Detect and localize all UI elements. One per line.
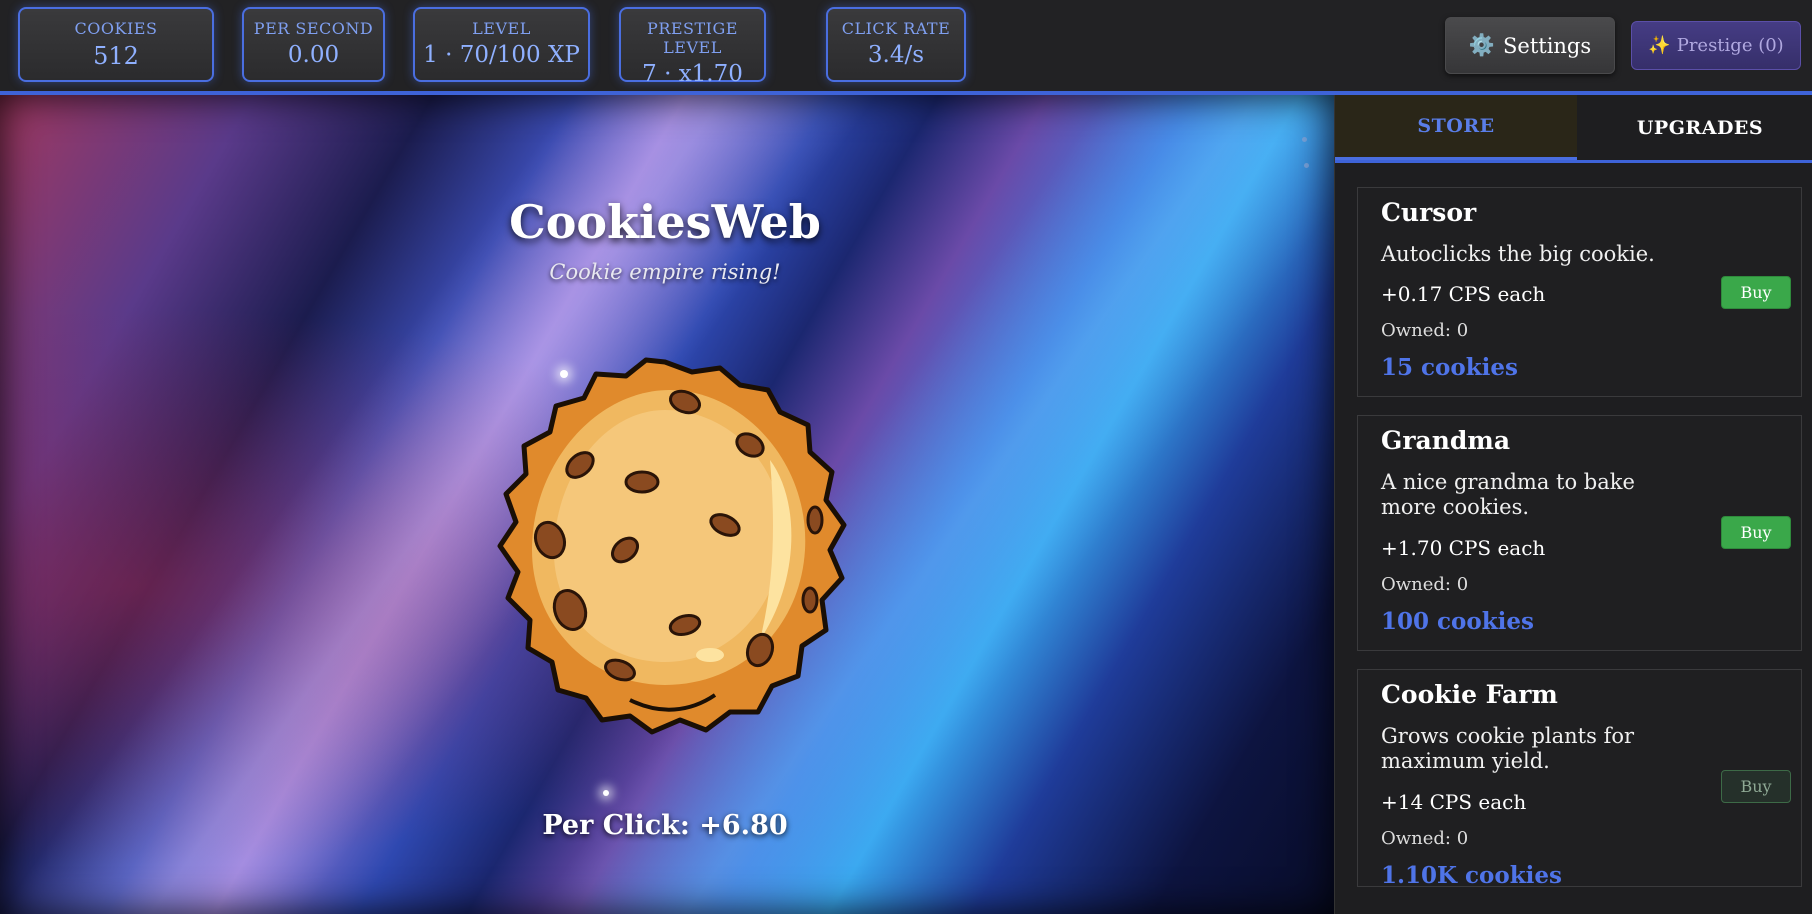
store-item-cookie-farm: Cookie Farm Grows cookie plants for maxi… [1357,669,1802,887]
item-description: Grows cookie plants for maximum yield. [1381,724,1635,773]
item-cost: 15 cookies [1381,354,1518,381]
star-dot-icon [1304,163,1309,168]
prestige-button[interactable]: ✨ Prestige (0) [1631,21,1801,70]
prestige-level-stat-value: 7 · x1.70 [642,61,743,87]
store-tabs: STORE UPGRADES [1335,95,1812,163]
level-stat-label: LEVEL [472,19,531,38]
store-panel: STORE UPGRADES Cursor Autoclicks the big… [1334,95,1812,914]
tab-store[interactable]: STORE [1335,95,1577,160]
gear-icon: ⚙️ [1468,33,1495,57]
level-stat: LEVEL 1 · 70/100 XP [413,7,590,82]
per-click-label: Per Click: +6.80 [542,810,788,841]
item-name: Grandma [1381,426,1511,455]
store-item-grandma: Grandma A nice grandma to bake more cook… [1357,415,1802,651]
prestige-level-stat-label: PRESTIGE LEVEL [647,19,738,57]
item-owned: Owned: 0 [1381,574,1469,595]
sparkles-icon: ✨ [1648,35,1671,56]
sparkle-icon [603,790,609,796]
prestige-level-stat: PRESTIGE LEVEL 7 · x1.70 [619,7,766,87]
prestige-button-label: Prestige (0) [1676,35,1784,56]
item-name: Cursor [1381,198,1477,227]
settings-button[interactable]: ⚙️ Settings [1445,17,1615,74]
per-second-stat-label: PER SECOND [253,19,374,38]
game-tagline: Cookie empire rising! [549,260,781,284]
item-description: Autoclicks the big cookie. [1381,242,1655,266]
store-item-cursor: Cursor Autoclicks the big cookie. +0.17 … [1357,187,1802,397]
click-rate-stat-label: CLICK RATE [841,19,951,38]
item-cost: 1.10K cookies [1381,862,1562,887]
item-description: A nice grandma to bake more cookies. [1381,470,1635,519]
top-stats-bar: COOKIES 512 PER SECOND 0.00 LEVEL 1 · 70… [0,0,1812,95]
cookies-stat-label: COOKIES [74,19,158,38]
item-owned: Owned: 0 [1381,320,1469,341]
click-rate-stat: CLICK RATE 3.4/s [826,7,966,82]
cookies-stat-value: 512 [93,42,139,70]
item-name: Cookie Farm [1381,680,1558,709]
settings-button-label: Settings [1503,33,1592,58]
star-dot-icon [1302,137,1307,142]
buy-cookie-farm-button[interactable]: Buy [1721,770,1791,803]
click-rate-stat-value: 3.4/s [867,42,925,68]
item-cost: 100 cookies [1381,608,1534,635]
game-title: CookiesWeb [509,195,821,249]
item-cps: +0.17 CPS each [1381,282,1546,306]
per-second-stat-value: 0.00 [287,42,340,68]
big-cookie-button[interactable] [470,350,860,740]
buy-grandma-button[interactable]: Buy [1721,516,1791,549]
item-owned: Owned: 0 [1381,828,1469,849]
buy-cursor-button[interactable]: Buy [1721,276,1791,309]
item-cps: +1.70 CPS each [1381,536,1546,560]
per-second-stat: PER SECOND 0.00 [242,7,385,82]
level-stat-value: 1 · 70/100 XP [423,42,580,68]
cookies-stat: COOKIES 512 [18,7,214,82]
game-area: CookiesWeb Cookie empire rising! Per Cli… [0,95,1334,914]
tab-upgrades[interactable]: UPGRADES [1579,95,1812,160]
item-cps: +14 CPS each [1381,790,1527,814]
